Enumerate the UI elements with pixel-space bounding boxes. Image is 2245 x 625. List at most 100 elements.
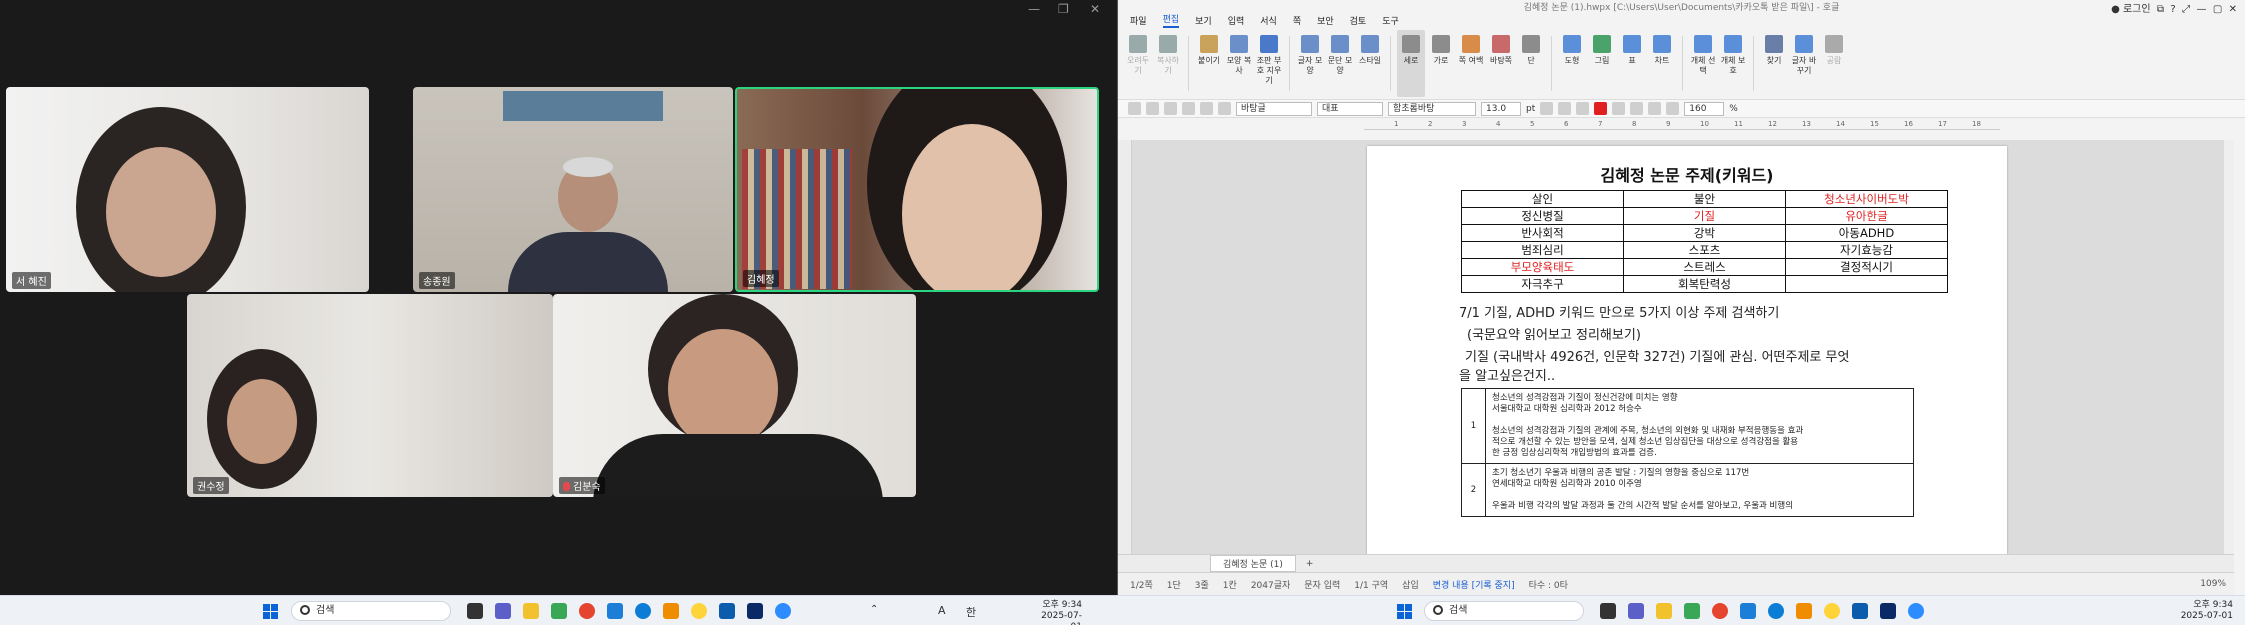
table-cell[interactable]: 스포츠 (1623, 241, 1786, 259)
login-link[interactable]: ● 로그인 ⧉ ? ⤢ — ▢ ✕ (2111, 0, 2237, 15)
paper-summary-cell[interactable]: 초기 청소년기 우울과 비행의 공존 발달 : 기질의 영향을 중심으로 117… (1485, 463, 1914, 517)
video-tile-active-speaker[interactable]: 김혜정 (735, 87, 1099, 292)
ribbon-button[interactable]: 도형 (1558, 30, 1586, 97)
ribbon-button[interactable]: 쪽 여백 (1457, 30, 1485, 97)
video-tile[interactable]: 송종원 (413, 87, 733, 292)
font-color-icon[interactable] (1594, 102, 1608, 115)
menu-item[interactable]: 보기 (1195, 14, 1212, 27)
bold-icon[interactable] (1540, 102, 1554, 115)
maximize-button[interactable]: ❐ (1058, 2, 1069, 16)
taskbar-search[interactable]: 검색 (1424, 601, 1584, 621)
justify-icon[interactable] (1666, 102, 1680, 115)
undo-icon[interactable] (1200, 102, 1213, 115)
ribbon-button[interactable]: 문단 모양 (1326, 30, 1354, 97)
zoom-input[interactable]: 160 (1684, 101, 1725, 116)
ribbon-button[interactable]: 글자 모양 (1296, 30, 1324, 97)
video-tile[interactable]: 김분숙 (553, 294, 916, 497)
menu-item[interactable]: 입력 (1228, 14, 1245, 27)
file-explorer-icon[interactable] (523, 603, 539, 619)
ribbon-button[interactable]: 표 (1618, 30, 1646, 97)
font-size-input[interactable]: 13.0 (1481, 101, 1521, 116)
ribbon-button[interactable]: 모양 복사 (1225, 30, 1253, 97)
ribbon-button[interactable]: 단 (1517, 30, 1545, 97)
table-cell[interactable]: 부모양육태도 (1461, 258, 1624, 276)
menu-item[interactable]: 검토 (1350, 14, 1367, 27)
app-icon[interactable] (1880, 603, 1896, 619)
ribbon-button[interactable]: 스타일 (1356, 30, 1384, 97)
status-track-changes[interactable]: 변경 내용 [기록 중지] (1433, 578, 1515, 591)
teams-icon[interactable] (1628, 603, 1644, 619)
table-cell[interactable]: 스트레스 (1623, 258, 1786, 276)
table-cell[interactable]: 기질 (1623, 207, 1786, 225)
minimize-button[interactable]: — (1028, 2, 1040, 16)
table-cell[interactable]: 아동ADHD (1785, 224, 1948, 242)
app-icon[interactable] (747, 603, 763, 619)
zoom-app-icon[interactable] (775, 603, 791, 619)
clock[interactable]: 오후 9:34 2025-07-01 (1032, 600, 1082, 625)
search-app-icon[interactable] (663, 603, 679, 619)
status-zoom[interactable]: 109% (2200, 579, 2226, 589)
ribbon-button[interactable]: 글자 바꾸기 (1790, 30, 1818, 97)
table-cell[interactable]: 자극추구 (1461, 275, 1624, 293)
search-app-icon[interactable] (1796, 603, 1812, 619)
table-cell[interactable]: 강박 (1623, 224, 1786, 242)
video-tile[interactable]: 권수정 (187, 294, 553, 497)
teams-icon[interactable] (495, 603, 511, 619)
italic-icon[interactable] (1558, 102, 1572, 115)
style-select[interactable]: 바탕글 (1236, 101, 1312, 116)
menu-item[interactable]: 편집 (1162, 12, 1180, 28)
settings-icon[interactable] (1740, 603, 1756, 619)
menu-item[interactable]: 쪽 (1293, 14, 1301, 27)
align-right-icon[interactable] (1648, 102, 1662, 115)
hwp-app-icon[interactable] (551, 603, 567, 619)
ribbon-button[interactable]: 세로 (1397, 30, 1425, 97)
ribbon-button[interactable]: 복사하기 (1154, 30, 1182, 97)
paper-summary-cell[interactable]: 청소년의 성격강점과 기질이 정신건강에 미치는 영향 서울대학교 대학원 심리학… (1485, 388, 1914, 464)
new-doc-icon[interactable] (1128, 102, 1141, 115)
task-view-icon[interactable] (467, 603, 483, 619)
ruler[interactable]: 1 2 3 4 5 6 7 8 9 10 11 12 13 14 15 16 17 18 (1364, 118, 2000, 130)
add-sheet-icon[interactable]: + (1306, 559, 1314, 569)
align-left-icon[interactable] (1612, 102, 1626, 115)
vertical-scrollbar[interactable] (2224, 140, 2234, 554)
ribbon-button[interactable]: 개체 보호 (1719, 30, 1747, 97)
start-button[interactable] (263, 604, 278, 619)
ribbon-button[interactable]: 붙이기 (1195, 30, 1223, 97)
ime-indicator[interactable]: A (938, 604, 946, 617)
ime-hangul[interactable]: 한 (966, 604, 976, 620)
menu-item[interactable]: 도구 (1382, 14, 1399, 27)
ribbon-button[interactable]: 그림 (1588, 30, 1616, 97)
edge-icon[interactable] (1768, 603, 1784, 619)
ribbon-button[interactable]: 차트 (1648, 30, 1676, 97)
language-select[interactable]: 대표 (1317, 101, 1383, 116)
ribbon-button[interactable]: 찾기 (1760, 30, 1788, 97)
paper-list-table[interactable]: 1 청소년의 성격강점과 기질이 정신건강에 미치는 영향 서울대학교 대학원 심리… (1461, 388, 1914, 517)
table-cell[interactable] (1785, 275, 1948, 293)
ribbon-button[interactable]: 오려두기 (1124, 30, 1152, 97)
ribbon-button[interactable]: 공람 (1820, 30, 1848, 97)
print-icon[interactable] (1182, 102, 1195, 115)
status-page[interactable]: 1/2쪽 (1130, 578, 1153, 591)
align-center-icon[interactable] (1630, 102, 1644, 115)
kakaotalk-icon[interactable] (1824, 603, 1840, 619)
save-icon[interactable] (1164, 102, 1177, 115)
font-select[interactable]: 함초롬바탕 (1388, 101, 1476, 116)
table-cell[interactable]: 회복탄력성 (1623, 275, 1786, 293)
task-view-icon[interactable] (1600, 603, 1616, 619)
table-cell[interactable]: 정신병질 (1461, 207, 1624, 225)
sheet-tab[interactable]: 김혜정 논문 (1) (1210, 555, 1296, 572)
outlook-icon[interactable] (1852, 603, 1868, 619)
table-cell[interactable]: 결정적시기 (1785, 258, 1948, 276)
underline-icon[interactable] (1576, 102, 1590, 115)
table-cell[interactable]: 자기효능감 (1785, 241, 1948, 259)
chrome-icon[interactable] (579, 603, 595, 619)
document-page[interactable]: 김혜정 논문 주제(키워드) 살인 불안 청소년사이버도박 정신병질 기질 유아한글 반사회… (1367, 146, 2007, 554)
kakaotalk-icon[interactable] (691, 603, 707, 619)
taskbar-search[interactable]: 검색 (291, 601, 451, 621)
ribbon-button[interactable]: 가로 (1427, 30, 1455, 97)
table-cell[interactable]: 살인 (1461, 190, 1624, 208)
menu-item[interactable]: 서식 (1260, 14, 1277, 27)
document-area[interactable]: 김혜정 논문 주제(키워드) 살인 불안 청소년사이버도박 정신병질 기질 유아한글 반사회… (1118, 140, 2234, 554)
status-insert[interactable]: 삽입 (1402, 578, 1419, 591)
ribbon-button[interactable]: 개체 선택 (1689, 30, 1717, 97)
